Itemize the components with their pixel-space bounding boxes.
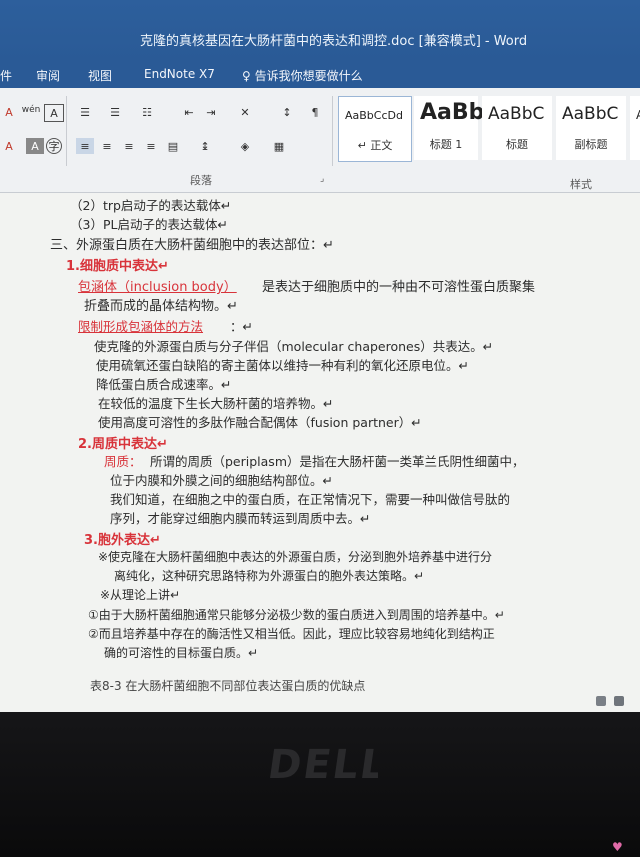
- menu-endnote[interactable]: EndNote X7: [144, 67, 215, 81]
- line-spacing-icon[interactable]: ↨: [196, 138, 214, 154]
- doc-term-periplasm: 周质：: [104, 454, 142, 469]
- style-title[interactable]: AaBbC 标题: [482, 96, 552, 160]
- shading-icon[interactable]: ◈: [236, 138, 254, 154]
- doc-line: （3）PL启动子的表达载体↵: [70, 217, 228, 232]
- enclose-char-icon[interactable]: 字: [46, 138, 62, 154]
- doc-line: ：↵: [230, 319, 253, 334]
- doc-section-heading: 三、外源蛋白质在大肠杆菌细胞中的表达部位：↵: [50, 238, 334, 253]
- show-marks-icon[interactable]: ¶: [306, 104, 324, 120]
- brand-logo: DELL: [265, 738, 391, 788]
- doc-heading-cytoplasm: 1.细胞质中表达↵: [66, 259, 169, 274]
- doc-heading-periplasm: 2.周质中表达↵: [78, 437, 168, 452]
- doc-line: 位于内膜和外膜之间的细胞结构部位。↵: [110, 473, 333, 488]
- title-bar: 克隆的真核基因在大肠杆菌中的表达和调控.doc [兼容模式] - Word: [0, 0, 640, 62]
- align-left-icon[interactable]: ≡: [76, 138, 94, 154]
- bullets-icon[interactable]: ☰: [76, 104, 94, 120]
- tray-icon[interactable]: [596, 696, 606, 706]
- style-more[interactable]: Aa 不: [630, 96, 640, 160]
- doc-term-inclusion-body: 包涵体（inclusion body）: [78, 280, 237, 295]
- doc-line: ※从理论上讲↵: [100, 588, 181, 602]
- styles-gallery: AaBbCcDd ↵ 正文 AaBb 标题 1 AaBbC 标题 AaBbC 副…: [338, 96, 640, 168]
- styles-group-label: 样式: [570, 178, 592, 191]
- doc-term-restrict-methods: 限制形成包涵体的方法: [78, 319, 204, 334]
- svg-text:DELL: DELL: [268, 742, 378, 786]
- doc-line: ①由于大肠杆菌细胞通常只能够分泌极少数的蛋白质进入到周围的培养基中。↵: [88, 608, 505, 622]
- menu-bar: 件 审阅 视图 EndNote X7 ♀ 告诉我你想要做什么: [0, 62, 640, 88]
- borders-icon[interactable]: ▦: [270, 138, 288, 154]
- style-heading-1[interactable]: AaBb 标题 1: [414, 96, 484, 160]
- distributed-icon[interactable]: ▤: [164, 138, 182, 154]
- heart-sticker-icon: ♥: [612, 840, 623, 854]
- doc-line: 在较低的温度下生长大肠杆菌的培养物。↵: [98, 396, 334, 411]
- phonetic-guide-icon[interactable]: wén: [22, 102, 41, 118]
- lightbulb-icon: ♀: [242, 69, 251, 83]
- doc-line: ②而且培养基中存在的酶活性又相当低。因此，理应比较容易地纯化到结构正: [88, 627, 495, 641]
- sort-icon[interactable]: ↕: [278, 104, 296, 120]
- document-page[interactable]: （2）trp启动子的表达载体↵ （3）PL启动子的表达载体↵ 三、外源蛋白质在大…: [0, 193, 640, 712]
- doc-line: 确的可溶性的目标蛋白质。↵: [104, 646, 259, 660]
- style-subtitle[interactable]: AaBbC 副标题: [556, 96, 626, 160]
- char-border-icon[interactable]: A: [44, 104, 64, 122]
- tell-me-box[interactable]: ♀ 告诉我你想要做什么: [242, 67, 363, 84]
- numbering-icon[interactable]: ☰: [106, 104, 124, 120]
- menu-view[interactable]: 视图: [88, 67, 112, 84]
- doc-heading-extracellular: 3.胞外表达↵: [84, 533, 161, 548]
- decrease-indent-icon[interactable]: ⇤: [180, 104, 198, 120]
- style-normal[interactable]: AaBbCcDd ↵ 正文: [338, 96, 412, 162]
- doc-line: （2）trp启动子的表达载体↵: [70, 198, 232, 213]
- window-title: 克隆的真核基因在大肠杆菌中的表达和调控.doc [兼容模式] - Word: [140, 34, 528, 49]
- text-effect-icon[interactable]: A: [0, 104, 18, 120]
- doc-line: 我们知道，在细胞之中的蛋白质，在正常情况下，需要一种叫做信号肽的: [110, 492, 511, 507]
- doc-line: 使用高度可溶性的多肽作融合配偶体（fusion partner）↵: [98, 415, 422, 430]
- doc-table-caption: 表8-3 在大肠杆菌细胞不同部位表达蛋白质的优缺点: [90, 679, 366, 693]
- increase-indent-icon[interactable]: ⇥: [202, 104, 220, 120]
- doc-line: 是表达于细胞质中的一种由不可溶性蛋白质聚集: [262, 280, 536, 295]
- char-shading-icon[interactable]: A: [26, 138, 44, 154]
- menu-file[interactable]: 件: [0, 67, 12, 84]
- doc-line: 折叠而成的晶体结构物。↵: [84, 299, 238, 314]
- paragraph-dialog-launcher-icon[interactable]: ⌟: [320, 174, 324, 184]
- monitor-screen: 克隆的真核基因在大肠杆菌中的表达和调控.doc [兼容模式] - Word 件 …: [0, 0, 640, 712]
- ribbon: A wén A A A 字 ☰ ☰ ☷ ⇤ ⇥ ✕ ↕ ¶ ≡ ≡ ≡ ≡ ▤ …: [0, 88, 640, 193]
- chinese-layout-icon[interactable]: ✕: [236, 104, 254, 120]
- align-right-icon[interactable]: ≡: [120, 138, 138, 154]
- ribbon-divider: [66, 96, 67, 166]
- doc-line: ※使克隆在大肠杆菌细胞中表达的外源蛋白质，分泌到胞外培养基中进行分: [98, 550, 493, 564]
- doc-line: 降低蛋白质合成速率。↵: [96, 377, 232, 392]
- ribbon-divider: [332, 96, 333, 166]
- doc-line: 使用硫氧还蛋白缺陷的寄主菌体以维持一种有利的氧化还原电位。↵: [96, 358, 469, 373]
- paragraph-group-label: 段落: [190, 174, 212, 187]
- doc-line: 离纯化，这种研究思路特称为外源蛋白的胞外表达策略。↵: [114, 569, 425, 583]
- justify-icon[interactable]: ≡: [142, 138, 160, 154]
- font-color-icon[interactable]: A: [0, 138, 18, 154]
- menu-review[interactable]: 审阅: [36, 67, 60, 84]
- tell-me-text: 告诉我你想要做什么: [254, 69, 363, 83]
- multilevel-list-icon[interactable]: ☷: [138, 104, 156, 120]
- doc-line: 使克隆的外源蛋白质与分子伴侣（molecular chaperones）共表达。…: [94, 339, 494, 354]
- tray-icon[interactable]: [614, 696, 624, 706]
- align-center-icon[interactable]: ≡: [98, 138, 116, 154]
- doc-line: 序列，才能穿过细胞内膜而转运到周质中去。↵: [110, 511, 371, 526]
- doc-line: 所谓的周质（periplasm）是指在大肠杆菌一类革兰氏阴性细菌中，: [150, 454, 525, 469]
